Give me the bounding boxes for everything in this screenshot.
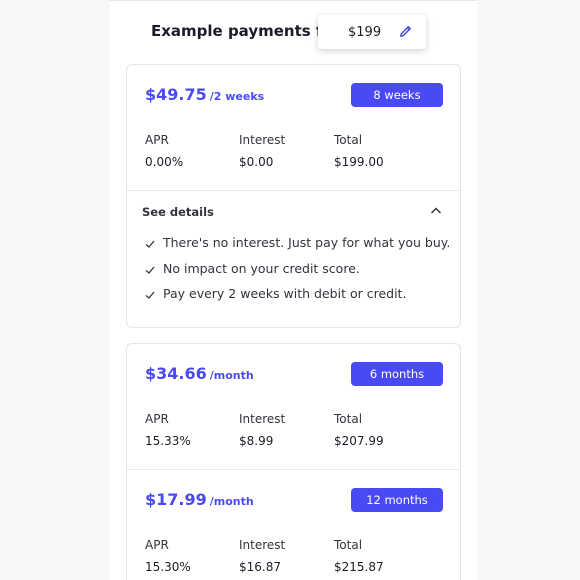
plan-price-period: /month bbox=[209, 495, 254, 508]
total-value: $199.00 bbox=[334, 155, 384, 169]
detail-item: Pay every 2 weeks with debit or credit. bbox=[145, 286, 406, 301]
total-label: Total bbox=[334, 133, 363, 147]
interest-label: Interest bbox=[239, 538, 286, 552]
see-details-toggle[interactable]: See details bbox=[127, 191, 460, 231]
total-value: $207.99 bbox=[334, 434, 384, 448]
plan-card-monthly: $34.66/month 6 months APR Interest Total… bbox=[126, 343, 461, 580]
plan-price-period: /2 weeks bbox=[209, 90, 265, 103]
divider bbox=[127, 469, 460, 470]
apr-value: 15.33% bbox=[145, 434, 191, 448]
plan-price-amount: $17.99 bbox=[145, 490, 207, 509]
total-label: Total bbox=[334, 412, 363, 426]
detail-text: There's no interest. Just pay for what y… bbox=[163, 235, 451, 250]
detail-item: There's no interest. Just pay for what y… bbox=[145, 235, 450, 250]
plan-price: $17.99/month bbox=[145, 490, 254, 509]
plan-price-amount: $34.66 bbox=[145, 364, 207, 383]
apr-label: APR bbox=[145, 538, 169, 552]
term-button-6-months[interactable]: 6 months bbox=[351, 362, 443, 386]
detail-text: Pay every 2 weeks with debit or credit. bbox=[163, 286, 407, 301]
payment-examples-panel: Example payments for $199 $49.75/2 weeks… bbox=[110, 0, 477, 580]
apr-label: APR bbox=[145, 412, 169, 426]
term-button-12-months[interactable]: 12 months bbox=[351, 488, 443, 512]
header-title: Example payments for bbox=[151, 22, 341, 40]
pencil-icon[interactable] bbox=[398, 24, 413, 39]
apr-label: APR bbox=[145, 133, 169, 147]
detail-item: No impact on your credit score. bbox=[145, 261, 360, 276]
plan-price-amount: $49.75 bbox=[145, 85, 207, 104]
interest-value: $0.00 bbox=[239, 155, 274, 169]
plan-price: $34.66/month bbox=[145, 364, 254, 383]
detail-text: No impact on your credit score. bbox=[163, 261, 360, 276]
interest-label: Interest bbox=[239, 412, 286, 426]
interest-label: Interest bbox=[239, 133, 286, 147]
amount-value: $199 bbox=[348, 25, 382, 40]
check-icon bbox=[145, 266, 155, 274]
check-icon bbox=[145, 240, 155, 248]
interest-value: $8.99 bbox=[239, 434, 274, 448]
apr-value: 15.30% bbox=[145, 560, 191, 574]
check-icon bbox=[145, 291, 155, 299]
see-details-label: See details bbox=[142, 205, 214, 219]
plan-card-8-weeks: $49.75/2 weeks 8 weeks APR Interest Tota… bbox=[126, 64, 461, 328]
chevron-up-icon bbox=[430, 207, 442, 214]
plan-price-period: /month bbox=[209, 369, 254, 382]
plan-price: $49.75/2 weeks bbox=[145, 85, 264, 104]
interest-value: $16.87 bbox=[239, 560, 281, 574]
amount-input[interactable]: $199 bbox=[318, 15, 426, 49]
total-value: $215.87 bbox=[334, 560, 384, 574]
apr-value: 0.00% bbox=[145, 155, 184, 169]
total-label: Total bbox=[334, 538, 363, 552]
term-button-8-weeks[interactable]: 8 weeks bbox=[351, 83, 443, 107]
